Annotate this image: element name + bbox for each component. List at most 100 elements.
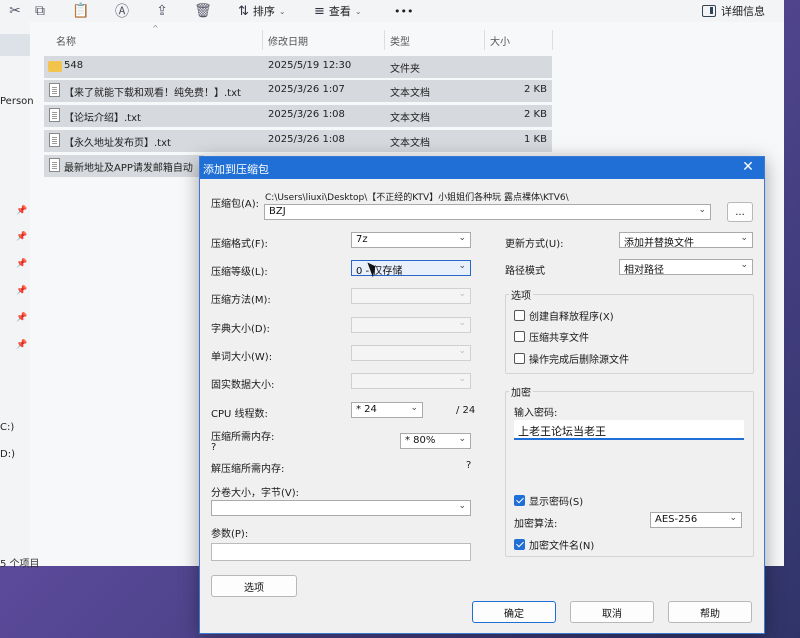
password-label: 输入密码:: [514, 408, 558, 419]
file-type: 文本文档: [390, 138, 430, 149]
nav-selected-item[interactable]: [0, 34, 30, 56]
nav-drive-c[interactable]: C:): [0, 422, 14, 433]
checkbox-box: [514, 331, 525, 342]
item-count-status: 5 个项目: [0, 559, 40, 570]
column-divider[interactable]: [552, 30, 553, 50]
params-input[interactable]: [211, 543, 471, 561]
more-icon: •••: [394, 4, 414, 18]
mem-percent-select[interactable]: * 80% ⌄: [400, 433, 471, 449]
path-mode-value: 相对路径: [624, 265, 664, 275]
file-name: 【论坛介绍】.txt: [64, 113, 141, 124]
delete-after-label: 操作完成后删除源文件: [529, 355, 629, 366]
update-mode-value: 添加并替换文件: [624, 238, 694, 248]
method-label: 压缩方法(M):: [211, 295, 271, 306]
file-date: 2025/3/26 1:08: [268, 134, 345, 145]
file-name: 548: [64, 60, 84, 71]
cancel-button[interactable]: 取消: [570, 601, 654, 623]
update-mode-select[interactable]: 添加并替换文件 ⌄: [619, 232, 753, 248]
chevron-down-icon: ⌄: [458, 318, 466, 328]
copy-icon[interactable]: ⧉: [31, 2, 49, 20]
solid-select[interactable]: ⌄: [351, 373, 471, 389]
format-select[interactable]: 7z ⌄: [351, 232, 471, 248]
delete-icon[interactable]: 🗑: [194, 2, 212, 20]
explorer-toolbar: ✂ ⧉ 📋 Ⓐ ⇪ 🗑 ⇅ 排序 ⌄ ≡ 查看 ⌄ ••• 详细信息: [0, 0, 784, 22]
sfx-label: 创建自释放程序(X): [529, 312, 614, 323]
column-header-name[interactable]: 名称: [56, 30, 76, 50]
close-icon[interactable]: ✕: [740, 159, 756, 175]
chevron-down-icon: ⌄: [354, 6, 362, 16]
method-select[interactable]: ⌄: [351, 288, 471, 304]
password-input[interactable]: 上老王论坛当老王: [514, 420, 744, 440]
file-type: 文本文档: [390, 88, 430, 99]
dict-label: 字典大小(D):: [211, 324, 270, 335]
sfx-checkbox[interactable]: 创建自释放程序(X): [514, 308, 614, 323]
pin-icon: 📌: [16, 259, 28, 269]
column-header-size[interactable]: 大小: [490, 30, 510, 50]
encryption-method-value: AES-256: [655, 514, 698, 525]
column-header-type[interactable]: 类型: [390, 30, 410, 50]
path-mode-select[interactable]: 相对路径 ⌄: [619, 259, 753, 275]
nav-drive-d[interactable]: D:): [0, 449, 15, 460]
dict-select[interactable]: ⌄: [351, 317, 471, 333]
cpu-value: * 24: [356, 404, 377, 415]
share-icon[interactable]: ⇪: [153, 2, 171, 20]
sort-button[interactable]: ⇅ 排序 ⌄: [238, 3, 286, 19]
file-row[interactable]: 【永久地址发布页】.txt 2025/3/26 1:08 文本文档 1 KB: [44, 130, 552, 152]
split-size-combo[interactable]: ⌄: [211, 500, 471, 516]
split-label: 分卷大小，字节(V):: [211, 488, 300, 499]
nav-person-label[interactable]: Person: [0, 96, 34, 107]
checkbox-box: [514, 310, 525, 321]
encryption-method-select[interactable]: AES-256 ⌄: [650, 512, 742, 528]
file-date: 2025/3/26 1:08: [268, 109, 345, 120]
rename-icon[interactable]: Ⓐ: [113, 2, 131, 20]
details-pane-button[interactable]: 详细信息: [702, 3, 765, 19]
shared-files-checkbox[interactable]: 压缩共享文件: [514, 329, 589, 344]
cpu-select[interactable]: * 24 ⌄: [351, 402, 423, 418]
more-options-button[interactable]: •••: [394, 3, 413, 19]
cpu-total: / 24: [456, 405, 476, 416]
ok-button[interactable]: 确定: [472, 601, 556, 623]
dialog-titlebar[interactable]: 添加到压缩包 ✕: [200, 157, 764, 179]
file-row[interactable]: 【来了就能下载和观看！纯免费！】.txt 2025/3/26 1:07 文本文档…: [44, 80, 552, 102]
browse-button[interactable]: ...: [727, 202, 753, 222]
mem-decomp-label: 解压缩所需内存:: [211, 464, 285, 475]
file-name: 最新地址及APP请发邮箱自动: [64, 163, 193, 174]
mem-decomp-value: ?: [466, 460, 472, 471]
column-header-date[interactable]: 修改日期: [268, 30, 308, 50]
view-button[interactable]: ≡ 查看 ⌄: [314, 3, 362, 19]
file-type: 文件夹: [390, 64, 420, 75]
file-row[interactable]: 【论坛介绍】.txt 2025/3/26 1:08 文本文档 2 KB: [44, 105, 552, 127]
column-divider[interactable]: [262, 30, 263, 50]
format-label: 压缩格式(F):: [211, 239, 268, 250]
column-divider[interactable]: [384, 30, 385, 50]
file-size: 1 KB: [524, 134, 547, 145]
sort-icon: ⇅: [238, 3, 249, 19]
chevron-down-icon: ⌄: [729, 513, 737, 523]
file-date: 2025/5/19 12:30: [268, 60, 352, 71]
options-button[interactable]: 选项: [211, 575, 297, 597]
file-row[interactable]: 548 2025/5/19 12:30 文件夹: [44, 56, 552, 78]
show-password-checkbox[interactable]: 显示密码(S): [514, 493, 583, 508]
archive-name-combo[interactable]: BZJ ⌄: [264, 204, 711, 220]
text-file-icon: [49, 108, 60, 122]
cut-icon[interactable]: ✂: [6, 2, 24, 20]
file-row[interactable]: 最新地址及APP请发邮箱自动: [44, 155, 204, 177]
chevron-down-icon: ⌄: [458, 261, 466, 271]
details-pane-icon: [702, 5, 716, 17]
cpu-label: CPU 线程数:: [211, 409, 268, 420]
encrypt-names-checkbox[interactable]: 加密文件名(N): [514, 537, 594, 552]
chevron-down-icon: ⌄: [458, 374, 466, 384]
folder-icon: [48, 61, 62, 72]
paste-icon[interactable]: 📋: [72, 2, 90, 20]
column-divider[interactable]: [484, 30, 485, 50]
file-size: 2 KB: [524, 84, 547, 95]
checkbox-box: [514, 353, 525, 364]
word-select[interactable]: ⌄: [351, 345, 471, 361]
help-button[interactable]: 帮助: [668, 601, 752, 623]
pin-icon: 📌: [16, 313, 28, 323]
sort-label: 排序: [252, 5, 275, 18]
chevron-down-icon: ⌄: [458, 289, 466, 299]
file-name: 【来了就能下载和观看！纯免费！】.txt: [64, 88, 241, 99]
chevron-down-icon: ⌄: [410, 403, 418, 413]
delete-after-checkbox[interactable]: 操作完成后删除源文件: [514, 351, 629, 366]
